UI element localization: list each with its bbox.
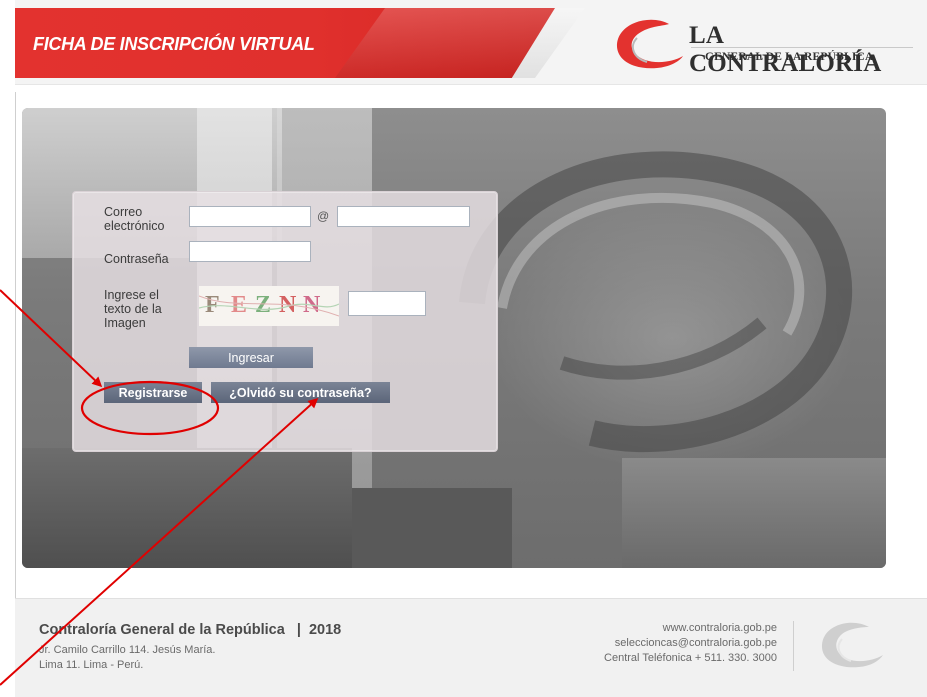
login-panel: Correo electrónico @ Contraseña Ingrese … <box>72 191 498 452</box>
hero-block <box>622 458 886 568</box>
footer-address-line: Lima 11. Lima - Perú. <box>39 659 144 671</box>
password-label: Contraseña <box>104 252 169 266</box>
swirl-graphic <box>459 151 853 452</box>
captcha-label-line: Ingrese el <box>104 288 159 302</box>
header-divider <box>15 84 927 85</box>
captcha-input[interactable] <box>348 291 426 316</box>
captcha-label-line: Imagen <box>104 316 146 330</box>
email-domain-input[interactable] <box>337 206 470 227</box>
login-button[interactable]: Ingresar <box>189 347 313 368</box>
at-symbol: @ <box>317 209 330 223</box>
footer-address-line: Jr. Camilo Carrillo 114. Jesús María. <box>39 644 216 656</box>
footer-phone: Central Teléfonica + 511. 330. 3000 <box>604 652 777 664</box>
hero-block <box>352 488 512 568</box>
footer-divider <box>793 621 794 671</box>
header: FICHA DE INSCRIPCIÓN VIRTUAL LA CONTRALO… <box>15 0 927 92</box>
footer: Contraloría General de la República | 20… <box>15 598 927 697</box>
logo-title: LA CONTRALORÍA <box>689 22 882 77</box>
password-input[interactable] <box>189 241 311 262</box>
register-button[interactable]: Registrarse <box>104 382 202 403</box>
swoosh-logo-icon <box>616 19 683 69</box>
logo-divider <box>691 47 913 48</box>
logo-subtitle: GENERAL DE LA REPÚBLICA <box>705 51 874 63</box>
forgot-password-button[interactable]: ¿Olvidó su contraseña? <box>211 382 390 403</box>
footer-email-link[interactable]: seleccioncas@contraloria.gob.pe <box>615 637 777 649</box>
captcha-noise <box>199 295 339 317</box>
footer-logo-icon <box>821 622 883 668</box>
email-user-input[interactable] <box>189 206 311 227</box>
contraloria-logo[interactable]: LA CONTRALORÍA GENERAL DE LA REPÚBLICA <box>611 18 916 77</box>
footer-website-link[interactable]: www.contraloria.gob.pe <box>663 622 777 634</box>
captcha-label-line: texto de la <box>104 302 162 316</box>
footer-org-name: Contraloría General de la República <box>39 622 285 638</box>
email-label-line: Correo <box>104 205 143 219</box>
email-label: Correo electrónico <box>104 205 164 233</box>
footer-separator: | <box>296 622 301 638</box>
hero-block <box>22 448 352 568</box>
footer-year: 2018 <box>308 622 342 638</box>
email-label-line: electrónico <box>104 219 165 233</box>
captcha-image: F E Z N N <box>199 286 339 326</box>
footer-org: Contraloría General de la República | 20… <box>39 622 341 638</box>
captcha-label: Ingrese el texto de la Imagen <box>104 288 162 330</box>
page-title: FICHA DE INSCRIPCIÓN VIRTUAL <box>33 34 315 54</box>
